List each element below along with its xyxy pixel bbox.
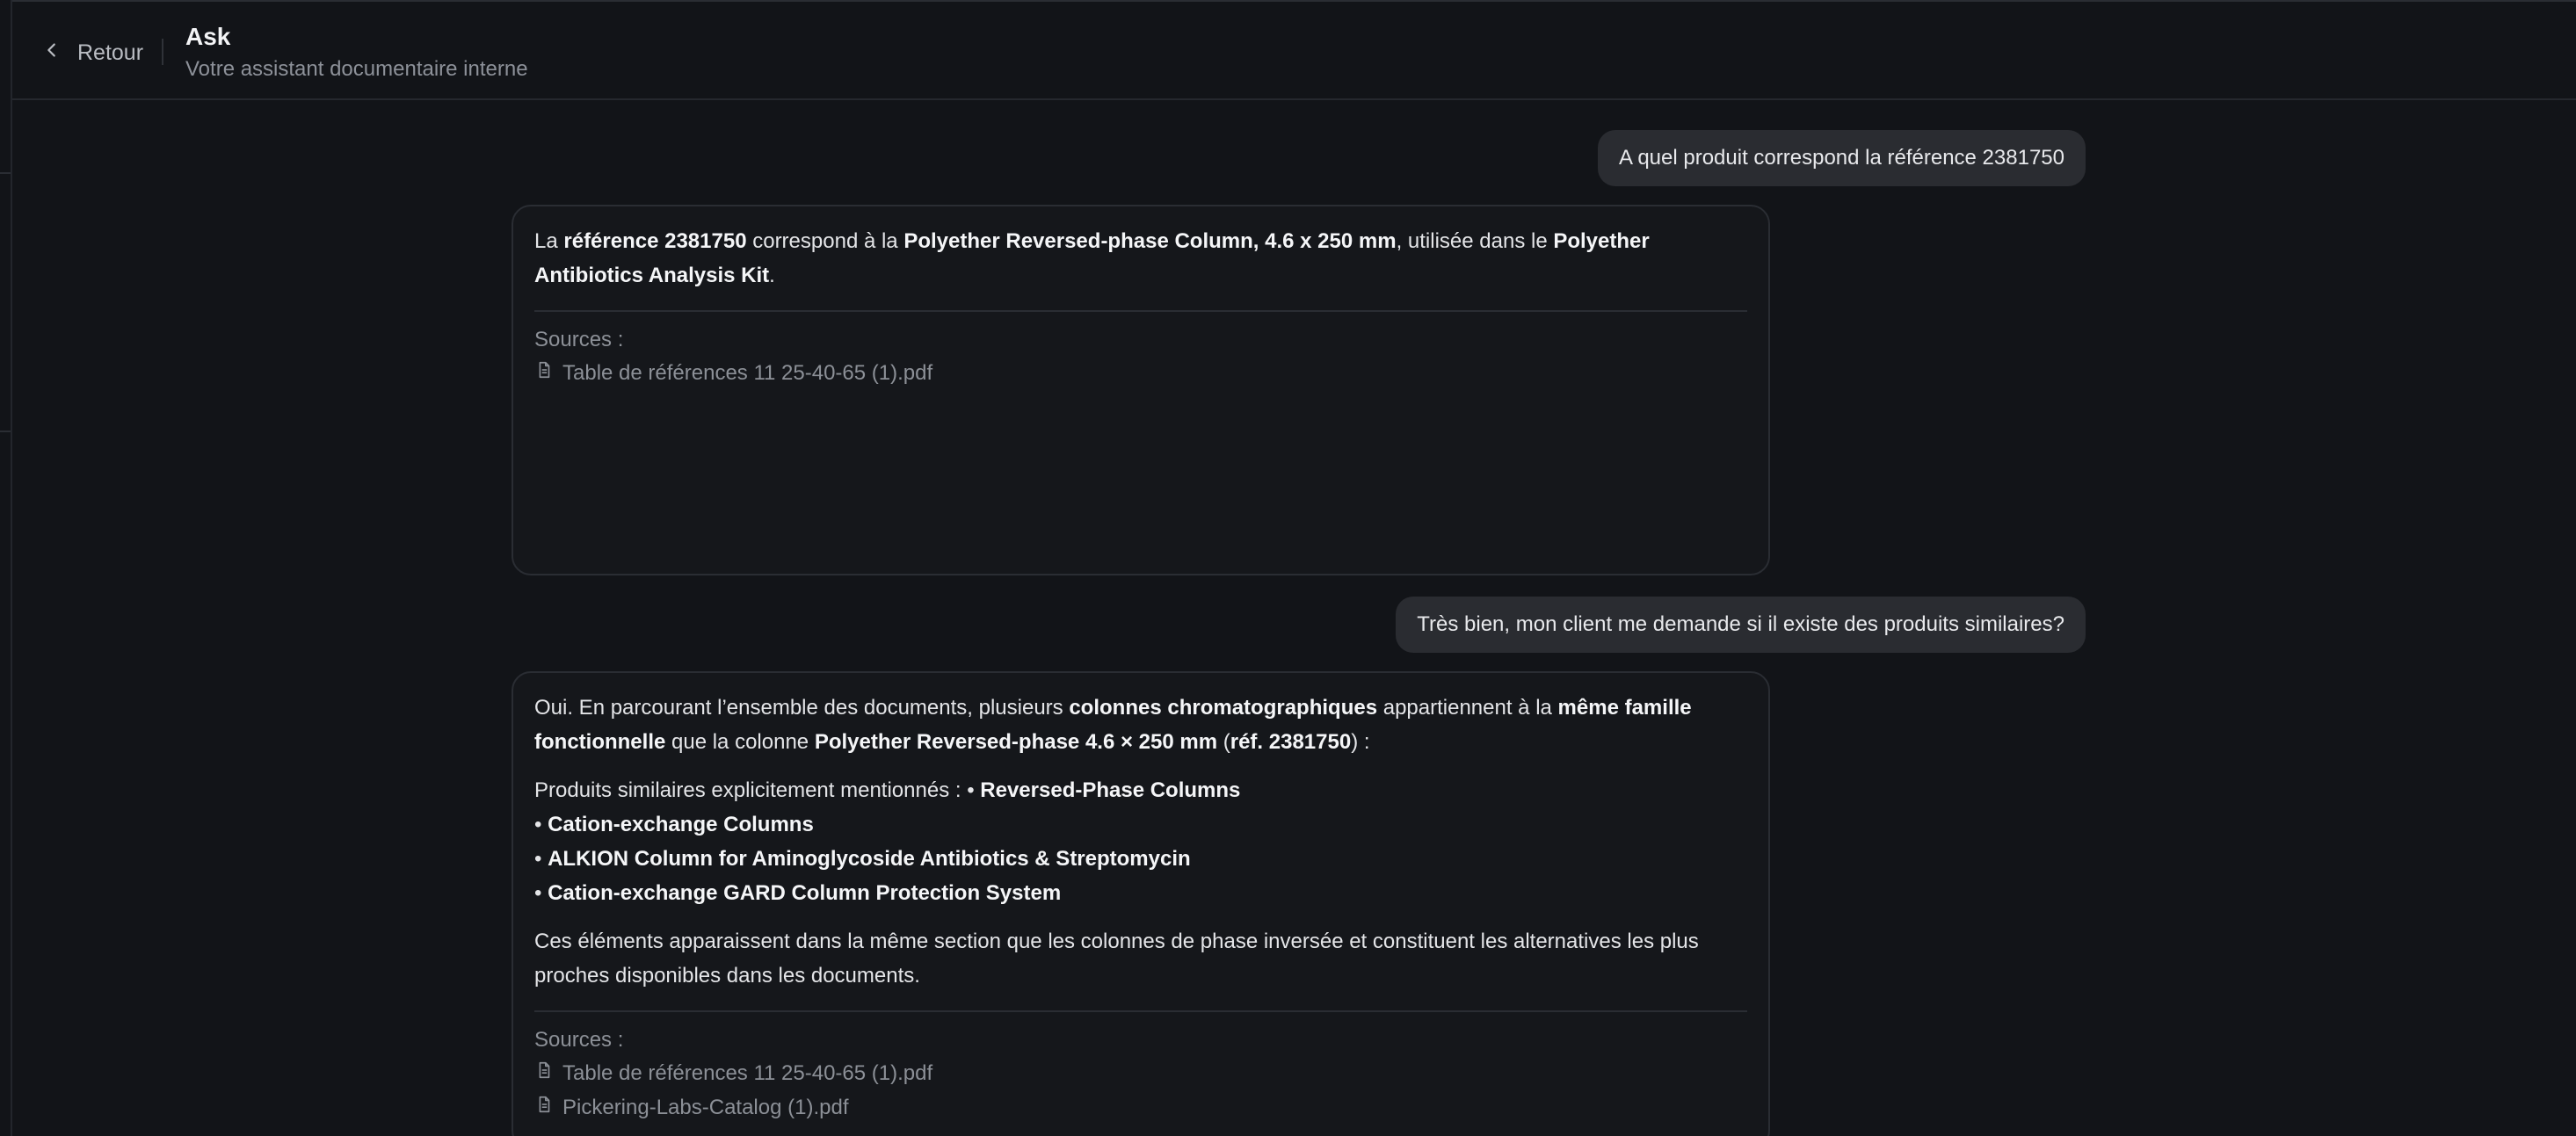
answer-paragraph: Oui. En parcourant l’ensemble des docume… <box>534 691 1747 759</box>
emphasis-text: Polyether Reversed-phase 4.6 × 250 mm <box>814 730 1218 754</box>
list-item: Reversed-Phase Columns <box>980 778 1241 802</box>
similar-products-list: Produits similaires explicitement mentio… <box>534 773 1747 910</box>
sources-label: Sources : <box>534 1028 624 1052</box>
app-window: Retour Ask Votre assistant documentaire … <box>0 0 2576 1136</box>
header-titles: Ask Votre assistant documentaire interne <box>185 21 528 84</box>
file-icon <box>534 356 554 390</box>
user-message: A quel produit correspond la référence 2… <box>1597 130 2086 186</box>
answer-text: ) : <box>1351 730 1370 754</box>
answer-text: , utilisée dans le <box>1396 229 1554 253</box>
emphasis-text: réf. 2381750 <box>1230 730 1352 754</box>
answer-text: Oui. En parcourant l’ensemble des docume… <box>534 696 1070 720</box>
emphasis-text: Polyether Reversed-phase Column, 4.6 x 2… <box>903 229 1397 253</box>
answer-text: que la colonne <box>665 730 815 754</box>
list-intro: Produits similaires explicitement mentio… <box>534 778 1241 802</box>
list-item: • ALKION Column for Aminoglycoside Antib… <box>534 847 1191 871</box>
sources-label: Sources : <box>534 328 624 351</box>
header-separator <box>162 39 163 65</box>
assistant-message: Oui. En parcourant l’ensemble des docume… <box>512 671 1770 1136</box>
answer-paragraph: Ces éléments apparaissent dans la même s… <box>534 930 1699 988</box>
assistant-message: La référence 2381750 correspond à la Pol… <box>512 205 1770 575</box>
back-button-label: Retour <box>77 40 144 65</box>
answer-text: correspond à la <box>746 229 904 253</box>
file-icon <box>534 1090 554 1125</box>
left-rail-divider <box>0 172 11 174</box>
list-item: • Cation-exchange Columns <box>534 813 814 836</box>
emphasis-text: référence 2381750 <box>563 229 747 253</box>
left-rail-divider <box>0 431 11 432</box>
page-subtitle: Votre assistant documentaire interne <box>185 57 528 81</box>
page-title: Ask <box>185 23 231 50</box>
source-filename: Table de références 11 25-40-65 (1).pdf <box>562 361 933 385</box>
source-filename: Pickering-Labs-Catalog (1).pdf <box>562 1096 849 1119</box>
answer-text: ( <box>1217 730 1230 754</box>
source-link[interactable]: Pickering-Labs-Catalog (1).pdf <box>534 1090 1747 1125</box>
back-button[interactable]: Retour <box>42 33 143 72</box>
sources-divider <box>534 1010 1747 1012</box>
answer-text: . <box>769 264 775 287</box>
source-link[interactable]: Table de références 11 25-40-65 (1).pdf <box>534 1056 1747 1090</box>
file-icon <box>534 1056 554 1090</box>
answer-text: appartiennent à la <box>1377 696 1558 720</box>
list-item: • Cation-exchange GARD Column Protection… <box>534 881 1062 905</box>
emphasis-text: colonnes chromatographiques <box>1069 696 1378 720</box>
answer-paragraph: La référence 2381750 correspond à la Pol… <box>534 224 1747 293</box>
source-link[interactable]: Table de références 11 25-40-65 (1).pdf <box>534 356 1747 390</box>
top-bar: Retour Ask Votre assistant documentaire … <box>12 2 2576 100</box>
left-rail <box>0 0 12 1136</box>
sources-divider <box>534 310 1747 312</box>
user-message: Très bien, mon client me demande si il e… <box>1396 597 2086 653</box>
chevron-left-icon <box>42 40 62 66</box>
answer-text: La <box>534 229 564 253</box>
source-filename: Table de références 11 25-40-65 (1).pdf <box>562 1061 933 1085</box>
